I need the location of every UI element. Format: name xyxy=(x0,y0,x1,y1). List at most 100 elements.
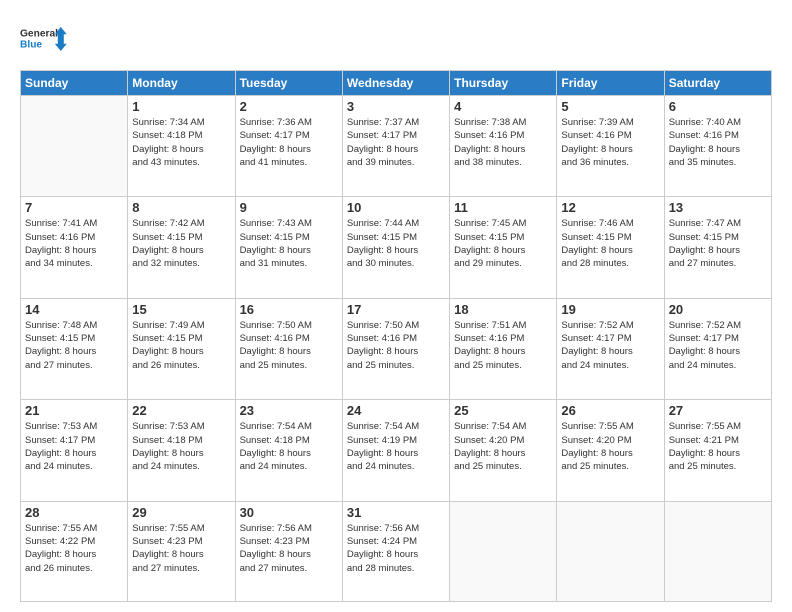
weekday-header-wednesday: Wednesday xyxy=(342,71,449,96)
day-number: 29 xyxy=(132,505,230,520)
day-number: 7 xyxy=(25,200,123,215)
weekday-header-monday: Monday xyxy=(128,71,235,96)
calendar-cell xyxy=(450,501,557,601)
day-info: Sunrise: 7:39 AM Sunset: 4:16 PM Dayligh… xyxy=(561,116,659,169)
day-number: 17 xyxy=(347,302,445,317)
day-info: Sunrise: 7:45 AM Sunset: 4:15 PM Dayligh… xyxy=(454,217,552,270)
day-number: 19 xyxy=(561,302,659,317)
day-info: Sunrise: 7:44 AM Sunset: 4:15 PM Dayligh… xyxy=(347,217,445,270)
day-number: 9 xyxy=(240,200,338,215)
day-number: 30 xyxy=(240,505,338,520)
calendar-cell: 16 Sunrise: 7:50 AM Sunset: 4:16 PM Dayli… xyxy=(235,298,342,399)
day-number: 31 xyxy=(347,505,445,520)
day-info: Sunrise: 7:54 AM Sunset: 4:19 PM Dayligh… xyxy=(347,420,445,473)
calendar-cell: 23 Sunrise: 7:54 AM Sunset: 4:18 PM Dayli… xyxy=(235,400,342,501)
header: General Blue xyxy=(20,18,772,60)
calendar-cell: 21Sunrise: 7:53 AM Sunset: 4:17 PM Dayli… xyxy=(21,400,128,501)
calendar-cell: 29 Sunrise: 7:55 AM Sunset: 4:23 PM Dayli… xyxy=(128,501,235,601)
day-number: 14 xyxy=(25,302,123,317)
day-info: Sunrise: 7:50 AM Sunset: 4:16 PM Dayligh… xyxy=(240,319,338,372)
day-number: 22 xyxy=(132,403,230,418)
calendar-cell: 6 Sunrise: 7:40 AM Sunset: 4:16 PM Daylig… xyxy=(664,96,771,197)
calendar-cell: 2 Sunrise: 7:36 AM Sunset: 4:17 PM Daylig… xyxy=(235,96,342,197)
day-number: 26 xyxy=(561,403,659,418)
calendar-cell: 3 Sunrise: 7:37 AM Sunset: 4:17 PM Daylig… xyxy=(342,96,449,197)
calendar-cell: 26 Sunrise: 7:55 AM Sunset: 4:20 PM Dayli… xyxy=(557,400,664,501)
day-info: Sunrise: 7:52 AM Sunset: 4:17 PM Dayligh… xyxy=(561,319,659,372)
svg-text:Blue: Blue xyxy=(20,39,42,50)
day-info: Sunrise: 7:47 AM Sunset: 4:15 PM Dayligh… xyxy=(669,217,767,270)
day-number: 4 xyxy=(454,99,552,114)
day-info: Sunrise: 7:50 AM Sunset: 4:16 PM Dayligh… xyxy=(347,319,445,372)
calendar-cell: 17 Sunrise: 7:50 AM Sunset: 4:16 PM Dayli… xyxy=(342,298,449,399)
day-number: 24 xyxy=(347,403,445,418)
weekday-header-sunday: Sunday xyxy=(21,71,128,96)
day-number: 11 xyxy=(454,200,552,215)
weekday-header-saturday: Saturday xyxy=(664,71,771,96)
weekday-header-friday: Friday xyxy=(557,71,664,96)
calendar-cell: 15 Sunrise: 7:49 AM Sunset: 4:15 PM Dayli… xyxy=(128,298,235,399)
day-info: Sunrise: 7:48 AM Sunset: 4:15 PM Dayligh… xyxy=(25,319,123,372)
day-number: 6 xyxy=(669,99,767,114)
day-info: Sunrise: 7:40 AM Sunset: 4:16 PM Dayligh… xyxy=(669,116,767,169)
calendar-cell: 19 Sunrise: 7:52 AM Sunset: 4:17 PM Dayli… xyxy=(557,298,664,399)
calendar-cell: 28 Sunrise: 7:55 AM Sunset: 4:22 PM Dayli… xyxy=(21,501,128,601)
calendar-cell: 10 Sunrise: 7:44 AM Sunset: 4:15 PM Dayli… xyxy=(342,197,449,298)
page: General Blue SundayMondayTuesdayWednesda… xyxy=(0,0,792,612)
day-info: Sunrise: 7:43 AM Sunset: 4:15 PM Dayligh… xyxy=(240,217,338,270)
svg-text:General: General xyxy=(20,29,58,40)
calendar-cell: 18Sunrise: 7:51 AM Sunset: 4:16 PM Dayli… xyxy=(450,298,557,399)
calendar-cell: 8 Sunrise: 7:42 AM Sunset: 4:15 PM Daylig… xyxy=(128,197,235,298)
day-info: Sunrise: 7:55 AM Sunset: 4:22 PM Dayligh… xyxy=(25,522,123,575)
day-info: Sunrise: 7:34 AM Sunset: 4:18 PM Dayligh… xyxy=(132,116,230,169)
day-number: 15 xyxy=(132,302,230,317)
calendar-cell: 31 Sunrise: 7:56 AM Sunset: 4:24 PM Dayli… xyxy=(342,501,449,601)
day-number: 28 xyxy=(25,505,123,520)
day-info: Sunrise: 7:55 AM Sunset: 4:21 PM Dayligh… xyxy=(669,420,767,473)
day-number: 20 xyxy=(669,302,767,317)
calendar-cell: 22Sunrise: 7:53 AM Sunset: 4:18 PM Dayli… xyxy=(128,400,235,501)
day-info: Sunrise: 7:46 AM Sunset: 4:15 PM Dayligh… xyxy=(561,217,659,270)
day-info: Sunrise: 7:54 AM Sunset: 4:18 PM Dayligh… xyxy=(240,420,338,473)
day-info: Sunrise: 7:55 AM Sunset: 4:23 PM Dayligh… xyxy=(132,522,230,575)
day-number: 10 xyxy=(347,200,445,215)
calendar-cell xyxy=(664,501,771,601)
calendar-cell xyxy=(21,96,128,197)
calendar-cell: 1Sunrise: 7:34 AM Sunset: 4:18 PM Daylig… xyxy=(128,96,235,197)
day-number: 16 xyxy=(240,302,338,317)
calendar-cell: 25Sunrise: 7:54 AM Sunset: 4:20 PM Dayli… xyxy=(450,400,557,501)
day-number: 13 xyxy=(669,200,767,215)
calendar-cell: 20Sunrise: 7:52 AM Sunset: 4:17 PM Dayli… xyxy=(664,298,771,399)
day-number: 5 xyxy=(561,99,659,114)
calendar-table: SundayMondayTuesdayWednesdayThursdayFrid… xyxy=(20,70,772,602)
weekday-header-thursday: Thursday xyxy=(450,71,557,96)
calendar-cell: 4 Sunrise: 7:38 AM Sunset: 4:16 PM Daylig… xyxy=(450,96,557,197)
day-info: Sunrise: 7:37 AM Sunset: 4:17 PM Dayligh… xyxy=(347,116,445,169)
day-number: 2 xyxy=(240,99,338,114)
calendar-cell: 24 Sunrise: 7:54 AM Sunset: 4:19 PM Dayli… xyxy=(342,400,449,501)
day-info: Sunrise: 7:38 AM Sunset: 4:16 PM Dayligh… xyxy=(454,116,552,169)
day-info: Sunrise: 7:36 AM Sunset: 4:17 PM Dayligh… xyxy=(240,116,338,169)
day-number: 23 xyxy=(240,403,338,418)
day-info: Sunrise: 7:55 AM Sunset: 4:20 PM Dayligh… xyxy=(561,420,659,473)
logo: General Blue xyxy=(20,18,68,60)
calendar-cell: 11 Sunrise: 7:45 AM Sunset: 4:15 PM Dayli… xyxy=(450,197,557,298)
calendar-cell: 5 Sunrise: 7:39 AM Sunset: 4:16 PM Daylig… xyxy=(557,96,664,197)
day-number: 25 xyxy=(454,403,552,418)
day-info: Sunrise: 7:41 AM Sunset: 4:16 PM Dayligh… xyxy=(25,217,123,270)
day-info: Sunrise: 7:42 AM Sunset: 4:15 PM Dayligh… xyxy=(132,217,230,270)
calendar-cell: 14 Sunrise: 7:48 AM Sunset: 4:15 PM Dayli… xyxy=(21,298,128,399)
calendar-cell: 12Sunrise: 7:46 AM Sunset: 4:15 PM Dayli… xyxy=(557,197,664,298)
day-info: Sunrise: 7:56 AM Sunset: 4:24 PM Dayligh… xyxy=(347,522,445,575)
day-number: 8 xyxy=(132,200,230,215)
day-number: 18 xyxy=(454,302,552,317)
day-number: 3 xyxy=(347,99,445,114)
day-number: 21 xyxy=(25,403,123,418)
day-info: Sunrise: 7:49 AM Sunset: 4:15 PM Dayligh… xyxy=(132,319,230,372)
calendar-cell: 13 Sunrise: 7:47 AM Sunset: 4:15 PM Dayli… xyxy=(664,197,771,298)
calendar-cell: 9 Sunrise: 7:43 AM Sunset: 4:15 PM Daylig… xyxy=(235,197,342,298)
day-info: Sunrise: 7:56 AM Sunset: 4:23 PM Dayligh… xyxy=(240,522,338,575)
calendar-cell: 30 Sunrise: 7:56 AM Sunset: 4:23 PM Dayli… xyxy=(235,501,342,601)
calendar-cell: 7 Sunrise: 7:41 AM Sunset: 4:16 PM Daylig… xyxy=(21,197,128,298)
logo-svg: General Blue xyxy=(20,18,68,60)
